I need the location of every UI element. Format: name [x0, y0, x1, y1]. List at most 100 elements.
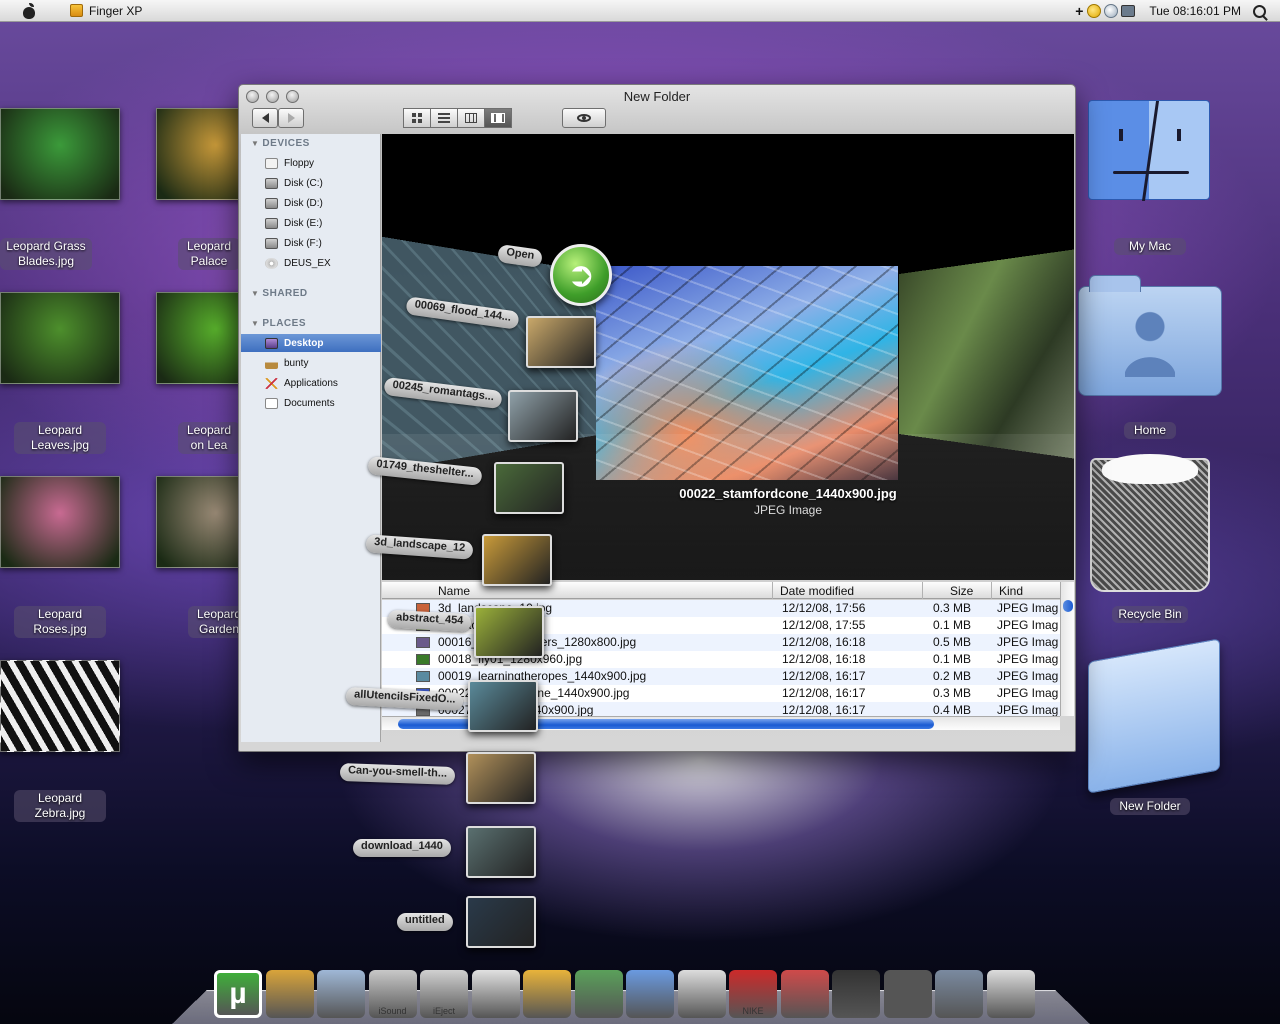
dock-item-system-prefs[interactable]: [935, 970, 983, 1018]
my-mac-label[interactable]: My Mac: [1114, 238, 1186, 255]
column-separator[interactable]: [772, 582, 773, 599]
sidebar-item-disk-c[interactable]: Disk (C:): [241, 174, 381, 192]
sidebar-shared-header[interactable]: SHARED: [251, 288, 308, 299]
stack-item-thumbnail[interactable]: [466, 752, 536, 804]
desktop-file-thumbnail[interactable]: [0, 476, 120, 568]
sidebar-item-documents[interactable]: Documents: [241, 394, 381, 412]
sidebar: DEVICES Floppy Disk (C:) Disk (D:) Disk …: [241, 134, 381, 742]
vertical-scroll-thumb[interactable]: [1063, 600, 1073, 612]
file-size: 0.3 MB: [933, 601, 972, 615]
file-date: 12/12/08, 16:18: [782, 635, 866, 649]
smiley-icon[interactable]: [1087, 4, 1102, 18]
recycle-bin-icon[interactable]: [1090, 454, 1210, 592]
sidebar-item-floppy[interactable]: Floppy: [241, 154, 381, 172]
dock-item-clapper[interactable]: [832, 970, 880, 1018]
new-folder-label[interactable]: New Folder: [1110, 798, 1190, 815]
display-icon[interactable]: [1121, 5, 1136, 17]
icon-view-button[interactable]: [403, 108, 431, 128]
dock-item-app-2[interactable]: [265, 970, 314, 1018]
sidebar-item-label: bunty: [284, 357, 309, 369]
sidebar-places-header[interactable]: PLACES: [251, 318, 306, 329]
list-view-button[interactable]: [430, 108, 458, 128]
stack-item-thumbnail[interactable]: [466, 896, 536, 948]
desktop-file-label[interactable]: Leopard Roses.jpg: [14, 606, 106, 638]
column-separator[interactable]: [922, 582, 923, 599]
dock-item-utorrent[interactable]: µ: [214, 970, 262, 1018]
dock-item-recycle[interactable]: [986, 970, 1035, 1018]
column-kind-header[interactable]: Kind: [999, 584, 1023, 598]
disk-icon: [265, 197, 278, 209]
stack-item-label[interactable]: untitled: [397, 913, 453, 931]
stack-item-thumbnail[interactable]: [474, 606, 544, 658]
sidebar-item-applications[interactable]: Applications: [241, 374, 381, 392]
clock[interactable]: Tue 08:16:01 PM: [1149, 4, 1241, 18]
desktop-icon: [265, 337, 278, 349]
dock-item-drive[interactable]: [677, 970, 726, 1018]
open-button[interactable]: ➲: [550, 244, 612, 306]
sidebar-item-desktop[interactable]: Desktop: [241, 334, 381, 352]
sidebar-item-deus-ex[interactable]: DEUS_EX: [241, 254, 381, 272]
dock-item-screen[interactable]: [883, 970, 932, 1018]
dock-item-tasks[interactable]: [574, 970, 623, 1018]
floppy-icon: [265, 157, 278, 169]
stack-item-thumbnail[interactable]: [468, 680, 538, 732]
stack-item-thumbnail[interactable]: [466, 826, 536, 878]
desktop-file-label[interactable]: Leopard on Lea: [178, 422, 240, 454]
desktop-file-label[interactable]: Leopard Palace: [178, 238, 240, 270]
forward-button[interactable]: [278, 108, 304, 128]
apple-icon[interactable]: [20, 2, 38, 19]
my-mac-icon[interactable]: [1088, 100, 1210, 201]
plus-icon[interactable]: +: [1075, 3, 1083, 19]
file-thumbnail-icon: [416, 637, 430, 648]
stack-item-thumbnail[interactable]: [508, 390, 578, 442]
back-button[interactable]: [252, 108, 278, 128]
file-date: 12/12/08, 16:17: [782, 703, 866, 716]
dock-item-finder[interactable]: [523, 970, 571, 1018]
sidebar-devices-header[interactable]: DEVICES: [251, 138, 310, 149]
desktop-file-label[interactable]: Leopard Zebra.jpg: [14, 790, 106, 822]
stack-item-thumbnail[interactable]: [494, 462, 564, 514]
file-date: 12/12/08, 16:17: [782, 686, 866, 700]
desktop-file-label[interactable]: Leopard Grass Blades.jpg: [0, 238, 92, 270]
sidebar-item-label: Floppy: [284, 157, 315, 169]
coverflow-right-image[interactable]: [899, 247, 1074, 461]
new-folder-icon[interactable]: [1088, 638, 1220, 794]
desktop-file-thumbnail[interactable]: [0, 108, 120, 200]
dock-item-itunes[interactable]: [626, 970, 674, 1018]
sidebar-item-disk-d[interactable]: Disk (D:): [241, 194, 381, 212]
recycle-bin-label[interactable]: Recycle Bin: [1112, 606, 1188, 623]
dock-item-label: NIKE: [742, 1006, 764, 1016]
home-folder-icon[interactable]: [1078, 275, 1222, 396]
coverflow-view-button[interactable]: [484, 108, 512, 128]
home-label[interactable]: Home: [1124, 422, 1176, 439]
network-icon[interactable]: [1104, 4, 1119, 18]
sidebar-item-disk-e[interactable]: Disk (E:): [241, 214, 381, 232]
sidebar-item-bunty[interactable]: bunty: [241, 354, 381, 372]
dock-item-stack[interactable]: [471, 970, 520, 1018]
dock-item-isound[interactable]: iSound: [368, 970, 417, 1018]
spotlight-icon[interactable]: [1253, 4, 1266, 18]
vertical-scrollbar[interactable]: [1060, 582, 1074, 716]
desktop-file-thumbnail[interactable]: [0, 660, 120, 752]
file-kind: JPEG Imag: [997, 669, 1059, 683]
coverflow-view[interactable]: 00022_stamfordcone_1440x900.jpg JPEG Ima…: [382, 134, 1074, 580]
stack-item-label[interactable]: Can-you-smell-th...: [339, 762, 456, 786]
desktop-file-thumbnail[interactable]: [0, 292, 120, 384]
quicklook-button[interactable]: [562, 108, 606, 128]
stack-item-label[interactable]: download_1440: [353, 839, 451, 857]
dock-item-nike[interactable]: NIKE: [729, 970, 777, 1018]
dock-item-folder[interactable]: [317, 970, 365, 1018]
sidebar-item-disk-f[interactable]: Disk (F:): [241, 234, 381, 252]
app-menu-title[interactable]: Finger XP: [89, 4, 142, 18]
dock-item-drive-red[interactable]: [780, 970, 829, 1018]
sidebar-item-label: Documents: [284, 397, 335, 409]
desktop-file-label[interactable]: Leopard Leaves.jpg: [14, 422, 106, 454]
column-date-header[interactable]: Date modified: [780, 584, 854, 598]
column-separator[interactable]: [991, 582, 992, 599]
column-name-header[interactable]: Name: [438, 584, 470, 598]
stack-item-thumbnail[interactable]: [482, 534, 552, 586]
stack-item-thumbnail[interactable]: [526, 316, 596, 368]
column-size-header[interactable]: Size: [950, 584, 973, 598]
column-view-button[interactable]: [457, 108, 485, 128]
dock-item-eject[interactable]: iEject: [420, 970, 468, 1018]
